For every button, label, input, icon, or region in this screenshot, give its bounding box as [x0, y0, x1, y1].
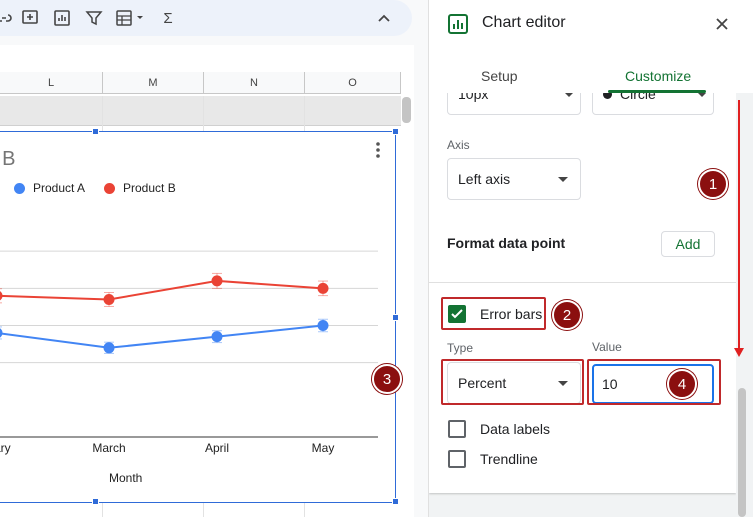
axis-select[interactable]: Left axis: [447, 158, 581, 200]
data-point: [317, 282, 329, 294]
screen: Σ L M N O ct B Product A Product B ruary…: [0, 0, 753, 517]
column-header-l[interactable]: L: [0, 72, 103, 94]
data-point: [0, 328, 3, 338]
series-line-product-a: [0, 324, 324, 349]
x-tick-label: May: [311, 441, 335, 455]
series-line-product-b: [0, 279, 324, 301]
column-header-m[interactable]: M: [103, 72, 204, 94]
x-tick-label: April: [204, 441, 230, 455]
data-labels-checkbox[interactable]: [448, 420, 466, 438]
axis-label: Axis: [447, 138, 470, 152]
chevron-down-icon: [697, 93, 707, 97]
functions-icon[interactable]: Σ: [156, 6, 180, 30]
filter-views-icon[interactable]: [112, 6, 148, 30]
annotation-box-error-bars: [441, 297, 546, 330]
resize-handle[interactable]: [92, 128, 99, 135]
column-header-o[interactable]: O: [305, 72, 401, 94]
annotation-box-type: [441, 359, 584, 405]
data-point: [211, 275, 223, 287]
annotation-badge-1: 1: [698, 169, 728, 199]
axis-value: Left axis: [458, 171, 511, 187]
insert-chart-icon[interactable]: [50, 6, 74, 30]
trendline-checkbox[interactable]: [448, 450, 466, 468]
x-tick-label: March: [92, 441, 126, 455]
x-axis-title: Month: [109, 471, 143, 485]
editor-scrollbar-thumb[interactable]: [738, 388, 746, 517]
resize-handle[interactable]: [392, 498, 399, 505]
column-header-n[interactable]: N: [204, 72, 305, 94]
tab-setup[interactable]: Setup: [481, 68, 518, 84]
annotation-badge-4: 4: [667, 369, 697, 399]
trendline-label[interactable]: Trendline: [480, 451, 538, 467]
chart-editor-header: Chart editor: [429, 0, 753, 50]
data-point: [103, 342, 115, 354]
chart-editor-panel: Chart editor Setup Customize 10px Circle: [428, 0, 753, 517]
type-label: Type: [447, 341, 474, 355]
annotation-badge-3: 3: [372, 364, 402, 394]
point-shape-icon: [603, 93, 612, 99]
annotation-arrow-head: [734, 348, 744, 357]
divider: [429, 282, 736, 283]
point-size-value: 10px: [458, 93, 489, 102]
annotation-box-value: [587, 359, 721, 405]
data-point: [317, 320, 329, 331]
link-icon[interactable]: [0, 6, 16, 30]
filter-icon[interactable]: [82, 6, 106, 30]
insert-comment-icon[interactable]: [18, 6, 42, 30]
sheet-scrollbar[interactable]: [402, 97, 411, 123]
chart-editor-icon: [448, 14, 468, 34]
panel-title: Chart editor: [482, 14, 566, 31]
chart-plot: [0, 250, 378, 438]
tab-customize[interactable]: Customize: [625, 68, 691, 84]
chevron-down-icon: [558, 177, 568, 182]
series-settings-card: 10px Circle Axis Left axis Format data p…: [429, 93, 736, 493]
point-shape-select[interactable]: Circle: [592, 93, 714, 115]
toolbar: Σ: [0, 0, 412, 36]
data-point: [103, 293, 115, 305]
add-data-point-button[interactable]: Add: [661, 231, 715, 257]
data-labels-label[interactable]: Data labels: [480, 421, 550, 437]
format-data-point-label: Format data point: [447, 235, 566, 251]
data-point: [0, 291, 3, 301]
close-icon[interactable]: [713, 15, 731, 33]
x-tick-label: ruary: [0, 441, 11, 455]
data-point: [211, 331, 223, 343]
collapse-icon[interactable]: [372, 6, 396, 30]
value-label: Value: [592, 340, 622, 354]
annotation-arrow: [738, 100, 740, 350]
resize-handle[interactable]: [392, 128, 399, 135]
chevron-down-icon: [564, 93, 574, 97]
point-shape-value: Circle: [620, 93, 656, 102]
annotation-badge-2: 2: [552, 300, 582, 330]
frozen-row: [0, 96, 401, 126]
chart[interactable]: ct B Product A Product B ruary March Apr…: [0, 128, 399, 505]
resize-handle[interactable]: [392, 314, 399, 321]
resize-handle[interactable]: [92, 498, 99, 505]
point-size-select[interactable]: 10px: [447, 93, 581, 115]
